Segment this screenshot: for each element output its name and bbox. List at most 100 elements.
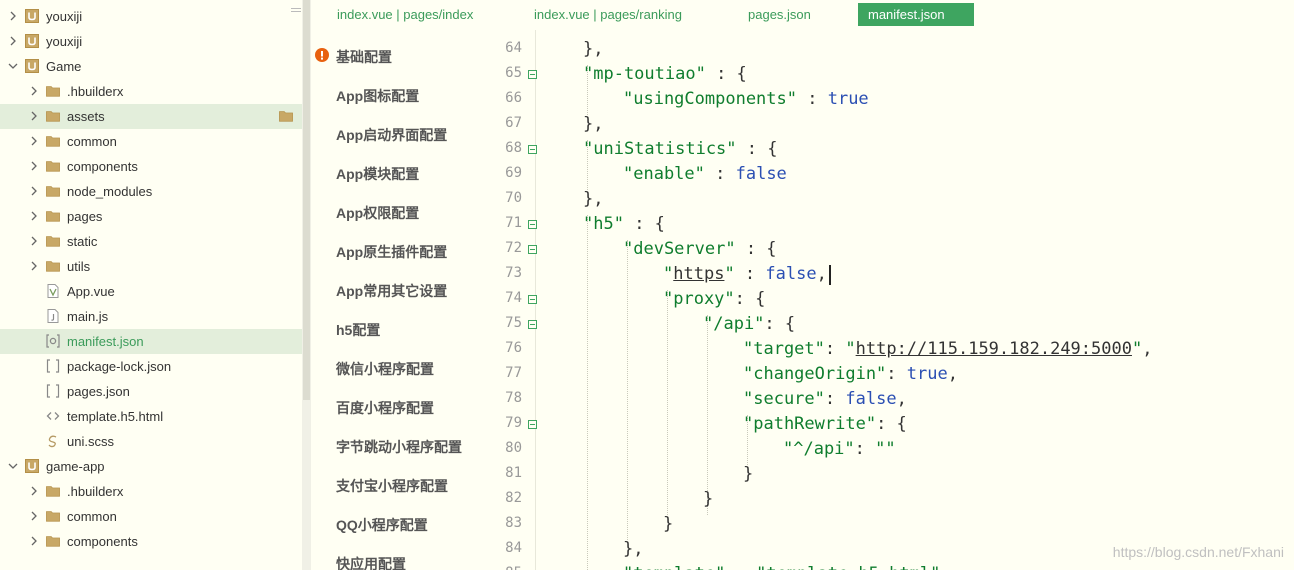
code-line[interactable]: "uniStatistics" : { (583, 139, 777, 159)
editor-tab-0[interactable]: index.vue | pages/index (337, 3, 473, 26)
fold-toggle-icon[interactable] (528, 70, 537, 79)
code-line[interactable]: "pathRewrite": { (743, 414, 907, 434)
tree-folder-5[interactable]: common (0, 129, 302, 154)
line-number: 81 (505, 465, 522, 481)
code-line[interactable]: "^/api": "" (783, 439, 896, 459)
tree-file-15[interactable]: pages.json (0, 379, 302, 404)
fold-toggle-icon[interactable] (528, 145, 537, 154)
code-editor[interactable]: https://blog.csdn.net/Fxhani 64}, 65 "mp-t… (491, 30, 1294, 570)
code-line[interactable]: "https" : false, (663, 264, 827, 284)
settings-menu-item-0[interactable]: 基础配置 (336, 47, 392, 67)
indent-guide (707, 315, 708, 515)
chevron-right-icon[interactable] (29, 486, 39, 496)
tree-item-label: game-app (46, 459, 105, 474)
tree-project-1[interactable]: youxiji (0, 29, 302, 54)
tree-file-17[interactable]: uni.scss (0, 429, 302, 454)
chevron-down-icon[interactable] (8, 61, 18, 71)
tree-scrollbar-thumb[interactable] (303, 0, 310, 400)
code-line[interactable]: "mp-toutiao" : { (583, 64, 747, 84)
line-number: 79 (505, 415, 522, 431)
code-line[interactable]: } (663, 514, 673, 534)
settings-menu-item-9[interactable]: 百度小程序配置 (336, 398, 434, 418)
tree-folder-21[interactable]: components (0, 529, 302, 554)
chevron-right-icon[interactable] (29, 161, 39, 171)
code-line[interactable]: }, (583, 39, 603, 59)
fold-toggle-icon[interactable] (528, 420, 537, 429)
project-icon (25, 9, 39, 23)
chevron-right-icon[interactable] (29, 186, 39, 196)
tree-folder-20[interactable]: common (0, 504, 302, 529)
tree-scrollbar[interactable] (302, 0, 311, 570)
settings-menu-item-5[interactable]: App原生插件配置 (336, 242, 447, 262)
tree-folder-3[interactable]: .hbuilderx (0, 79, 302, 104)
tree-file-11[interactable]: App.vue (0, 279, 302, 304)
code-line[interactable]: "devServer" : { (623, 239, 777, 259)
code-line[interactable]: "changeOrigin": true, (743, 364, 958, 384)
tree-folder-7[interactable]: node_modules (0, 179, 302, 204)
tree-folder-10[interactable]: utils (0, 254, 302, 279)
chevron-right-icon[interactable] (29, 211, 39, 221)
tree-project-0[interactable]: youxiji (0, 4, 302, 29)
folder-icon (46, 209, 60, 223)
chevron-right-icon[interactable] (29, 511, 39, 521)
settings-menu-item-2[interactable]: App启动界面配置 (336, 125, 447, 145)
chevron-right-icon[interactable] (29, 261, 39, 271)
chevron-right-icon[interactable] (8, 36, 18, 46)
text-caret (829, 265, 832, 285)
tree-project-2[interactable]: Game (0, 54, 302, 79)
tree-item-label: common (67, 134, 117, 149)
fold-toggle-icon[interactable] (528, 320, 537, 329)
tree-file-12[interactable]: main.js (0, 304, 302, 329)
editor-tab-3[interactable]: manifest.json (858, 3, 974, 26)
chevron-right-icon[interactable] (8, 11, 18, 21)
chevron-right-icon[interactable] (29, 236, 39, 246)
settings-menu-item-12[interactable]: QQ小程序配置 (336, 515, 428, 535)
chevron-right-icon[interactable] (29, 111, 39, 121)
tree-folder-19[interactable]: .hbuilderx (0, 479, 302, 504)
code-line[interactable]: "template" : "template.h5.html" (623, 564, 940, 570)
code-line[interactable]: "usingComponents" : true (623, 89, 869, 109)
chevron-right-icon[interactable] (29, 136, 39, 146)
code-line[interactable]: "secure": false, (743, 389, 907, 409)
settings-menu-item-13[interactable]: 快应用配置 (336, 554, 406, 570)
editor-tab-1[interactable]: index.vue | pages/ranking (534, 3, 682, 26)
code-line[interactable]: "target": "http://115.159.182.249:5000", (743, 339, 1152, 359)
chevron-right-icon[interactable] (29, 86, 39, 96)
folder-icon (46, 509, 60, 523)
tree-folder-6[interactable]: components (0, 154, 302, 179)
tree-file-16[interactable]: template.h5.html (0, 404, 302, 429)
code-line[interactable]: "proxy": { (663, 289, 765, 309)
tree-folder-9[interactable]: static (0, 229, 302, 254)
open-folder-icon[interactable] (279, 109, 293, 123)
line-number: 83 (505, 515, 522, 531)
code-line[interactable]: }, (623, 539, 643, 559)
tree-project-18[interactable]: game-app (0, 454, 302, 479)
fold-toggle-icon[interactable] (528, 245, 537, 254)
settings-menu-item-10[interactable]: 字节跳动小程序配置 (336, 437, 462, 457)
collapse-handle-icon[interactable] (291, 0, 301, 12)
code-line[interactable]: } (703, 489, 713, 509)
code-line[interactable]: "/api": { (703, 314, 795, 334)
code-line[interactable]: "enable" : false (623, 164, 787, 184)
fold-toggle-icon[interactable] (528, 295, 537, 304)
settings-menu-item-1[interactable]: App图标配置 (336, 86, 419, 106)
settings-menu-item-3[interactable]: App模块配置 (336, 164, 419, 184)
settings-menu-item-4[interactable]: App权限配置 (336, 203, 419, 223)
code-line[interactable]: }, (583, 189, 603, 209)
tree-file-14[interactable]: package-lock.json (0, 354, 302, 379)
code-line[interactable]: } (743, 464, 753, 484)
code-line[interactable]: }, (583, 114, 603, 134)
fold-toggle-icon[interactable] (528, 220, 537, 229)
settings-menu-item-6[interactable]: App常用其它设置 (336, 281, 447, 301)
tree-folder-4[interactable]: assets (0, 104, 302, 129)
settings-menu-item-7[interactable]: h5配置 (336, 320, 380, 340)
tree-file-13[interactable]: manifest.json (0, 329, 302, 354)
settings-menu-item-8[interactable]: 微信小程序配置 (336, 359, 434, 379)
project-icon (25, 34, 39, 48)
tree-folder-8[interactable]: pages (0, 204, 302, 229)
code-line[interactable]: "h5" : { (583, 214, 665, 234)
editor-tab-2[interactable]: pages.json (748, 3, 811, 26)
chevron-down-icon[interactable] (8, 461, 18, 471)
settings-menu-item-11[interactable]: 支付宝小程序配置 (336, 476, 448, 496)
chevron-right-icon[interactable] (29, 536, 39, 546)
